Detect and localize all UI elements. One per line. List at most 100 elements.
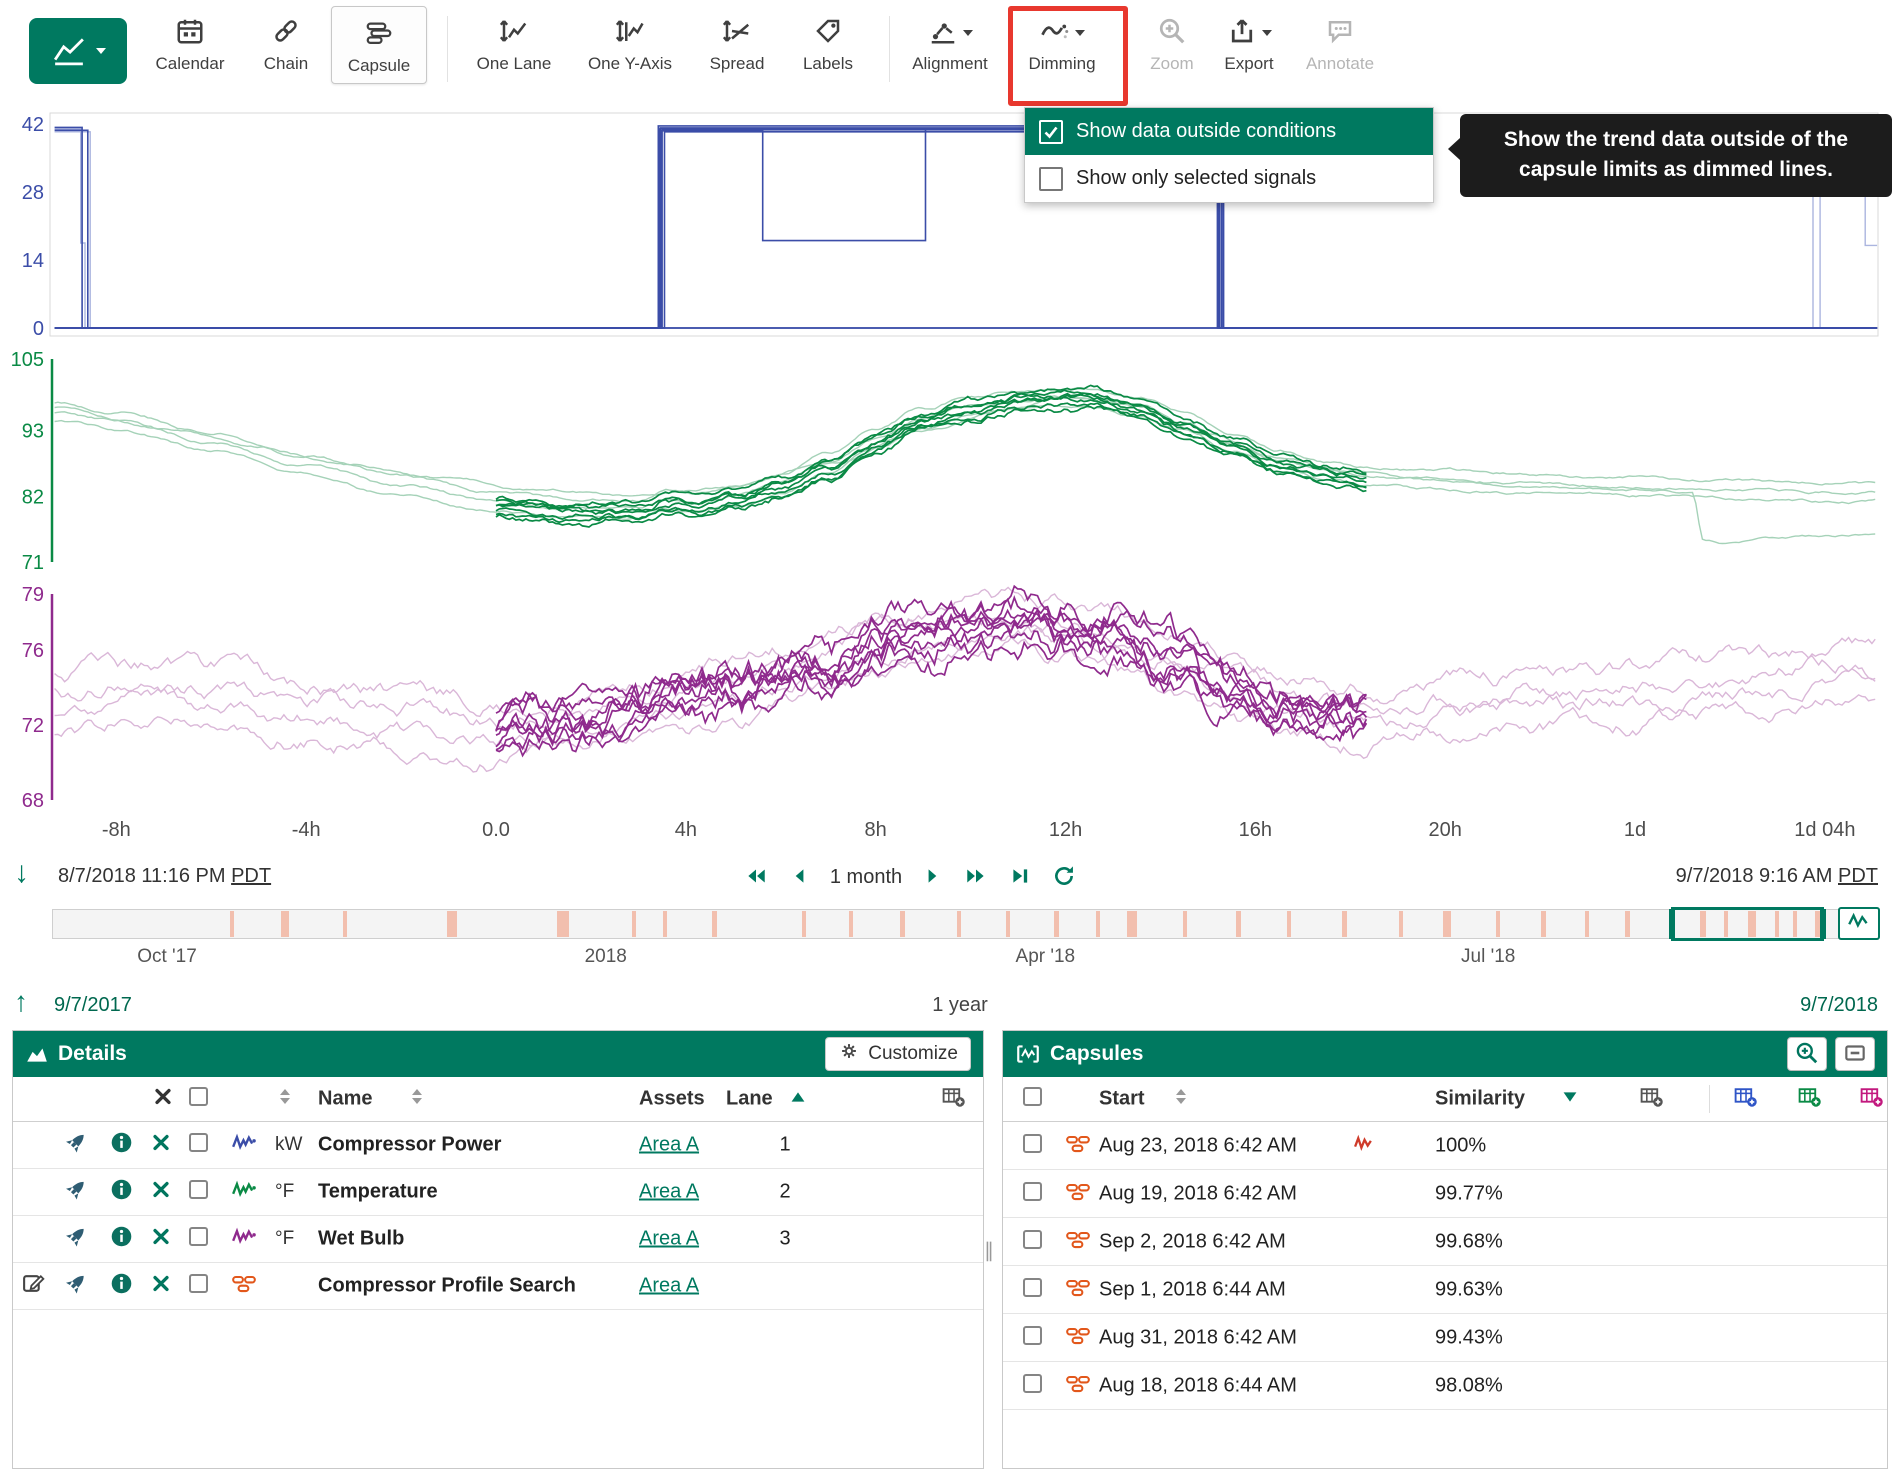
trend-rocket-icon[interactable] — [63, 1130, 89, 1161]
info-icon[interactable] — [109, 1130, 134, 1160]
similarity-sort-desc-icon[interactable] — [1563, 1090, 1577, 1108]
remove-all-icon[interactable] — [152, 1086, 174, 1113]
timeline-scrubber[interactable] — [52, 909, 1878, 939]
capsule-checkbox[interactable] — [1023, 1278, 1042, 1297]
one-y-axis-icon — [615, 16, 645, 51]
asset-link[interactable]: Area A — [639, 1181, 699, 1204]
capsule-checkbox[interactable] — [1023, 1374, 1042, 1393]
lane-1-y-tick: 28 — [22, 182, 44, 204]
view-selector-button[interactable] — [29, 18, 127, 84]
selector-left-handle[interactable] — [1669, 909, 1675, 939]
row-checkbox[interactable] — [189, 1180, 208, 1199]
row-checkbox[interactable] — [189, 1227, 208, 1246]
lane-sort-asc-icon[interactable] — [791, 1090, 805, 1108]
select-all-checkbox[interactable] — [189, 1087, 208, 1106]
remove-item-icon[interactable] — [150, 1179, 172, 1206]
info-icon[interactable] — [109, 1177, 134, 1207]
investigate-range-end: 9/7/2018 — [1800, 994, 1878, 1017]
remove-item-icon[interactable] — [150, 1132, 172, 1159]
step-back-button[interactable] — [789, 865, 809, 890]
capsules-collapse-button[interactable] — [1835, 1037, 1875, 1071]
toolbar-alignment-button[interactable]: Alignment — [902, 14, 998, 74]
toolbar-one-lane-button[interactable]: One Lane — [466, 14, 562, 74]
column-header-lane[interactable]: Lane — [726, 1088, 773, 1111]
toolbar-spread-button[interactable]: Spread — [689, 14, 785, 74]
value-sort-icon[interactable] — [279, 1088, 291, 1111]
capsule-row[interactable]: Aug 19, 2018 6:42 AM99.77% — [1003, 1170, 1887, 1218]
item-name[interactable]: Compressor Profile Search — [318, 1275, 576, 1298]
info-icon[interactable] — [109, 1271, 134, 1301]
next-icon — [923, 865, 943, 890]
capsule-start-time: Sep 2, 2018 6:42 AM — [1099, 1230, 1286, 1253]
lane-3-y-tick: 68 — [22, 790, 44, 812]
toolbar-calendar-button[interactable]: Calendar — [142, 14, 238, 74]
trend-rocket-icon[interactable] — [63, 1177, 89, 1208]
capsule-row[interactable]: Aug 31, 2018 6:42 AM99.43% — [1003, 1314, 1887, 1362]
jump-forward-button[interactable] — [964, 865, 988, 890]
toolbar-one-y-axis-button[interactable]: One Y-Axis — [582, 14, 678, 74]
add-stats-column-green-icon[interactable] — [1797, 1085, 1822, 1113]
item-name[interactable]: Compressor Power — [318, 1134, 501, 1157]
item-name[interactable]: Temperature — [318, 1181, 438, 1204]
capsule-row[interactable]: Aug 18, 2018 6:44 AM98.08% — [1003, 1362, 1887, 1410]
toolbar-labels-button[interactable]: Labels — [780, 14, 876, 74]
customize-button[interactable]: Customize — [825, 1037, 971, 1071]
refresh-button[interactable] — [1052, 864, 1076, 891]
capsule-row[interactable]: Sep 2, 2018 6:42 AM99.68% — [1003, 1218, 1887, 1266]
display-range-selector[interactable] — [1671, 907, 1824, 941]
selector-right-handle[interactable] — [1820, 909, 1826, 939]
capsule-checkbox[interactable] — [1023, 1182, 1042, 1201]
panel-splitter-handle[interactable]: ∥ — [984, 1238, 994, 1263]
column-header-start[interactable]: Start — [1099, 1088, 1145, 1111]
add-column-icon[interactable] — [1639, 1085, 1664, 1113]
capsule-checkbox[interactable] — [1023, 1326, 1042, 1345]
jump-back-button[interactable] — [744, 865, 768, 890]
info-icon[interactable] — [109, 1224, 134, 1254]
asset-link[interactable]: Area A — [639, 1228, 699, 1251]
capsule-checkbox[interactable] — [1023, 1230, 1042, 1249]
edit-icon[interactable] — [21, 1271, 46, 1301]
name-sort-icon[interactable] — [411, 1088, 423, 1111]
trend-rocket-icon[interactable] — [63, 1271, 89, 1302]
toolbar-chain-button[interactable]: Chain — [238, 14, 334, 74]
column-header-assets[interactable]: Assets — [639, 1088, 705, 1111]
go-to-end-button[interactable] — [1009, 865, 1031, 890]
unchecked-checkbox[interactable] — [1039, 167, 1063, 191]
start-sort-icon[interactable] — [1175, 1088, 1187, 1111]
toolbar-export-button[interactable]: Export — [1201, 14, 1297, 74]
select-all-capsules-checkbox[interactable] — [1023, 1087, 1042, 1106]
capsule-time-indicator[interactable] — [1838, 907, 1880, 940]
asset-link[interactable]: Area A — [639, 1275, 699, 1298]
toolbar-dimming-button[interactable]: Dimming — [1014, 14, 1110, 74]
dimming-menu-item-1[interactable]: Show data outside conditions — [1025, 108, 1433, 155]
remove-item-icon[interactable] — [150, 1273, 172, 1300]
row-checkbox[interactable] — [189, 1274, 208, 1293]
add-stats-column-blue-icon[interactable] — [1733, 1085, 1758, 1113]
checked-checkbox[interactable] — [1039, 120, 1063, 144]
toolbar-capsule-button[interactable]: Capsule — [331, 6, 427, 84]
asset-link[interactable]: Area A — [639, 1134, 699, 1157]
add-stats-column-magenta-icon[interactable] — [1859, 1085, 1884, 1113]
timezone-link-end[interactable]: PDT — [1838, 865, 1878, 887]
capsule-row[interactable]: Aug 23, 2018 6:42 AM100% — [1003, 1122, 1887, 1170]
item-name[interactable]: Wet Bulb — [318, 1228, 404, 1251]
trend-rocket-icon[interactable] — [63, 1224, 89, 1255]
step-forward-button[interactable] — [923, 865, 943, 890]
column-header-similarity[interactable]: Similarity — [1435, 1088, 1525, 1111]
remove-item-icon[interactable] — [150, 1226, 172, 1253]
capsule-checkbox[interactable] — [1023, 1134, 1042, 1153]
export-icon — [1227, 16, 1257, 51]
row-checkbox[interactable] — [189, 1133, 208, 1152]
expand-range-up-icon[interactable]: ↑ — [14, 986, 28, 1018]
capsules-table-header: Start Similarity — [1003, 1077, 1887, 1122]
capsule-start-time: Aug 18, 2018 6:44 AM — [1099, 1374, 1297, 1397]
column-header-name[interactable]: Name — [318, 1088, 372, 1111]
expand-range-down-icon[interactable]: ↓ — [14, 856, 29, 890]
capsules-zoom-button[interactable] — [1787, 1037, 1827, 1071]
add-column-icon[interactable] — [941, 1085, 966, 1113]
capsule-row[interactable]: Sep 1, 2018 6:44 AM99.63% — [1003, 1266, 1887, 1314]
timezone-link-start[interactable]: PDT — [231, 865, 271, 887]
details-panel: Details Customize NameAssetsLanekWCompre… — [12, 1030, 984, 1469]
dimming-menu-item-2[interactable]: Show only selected signals — [1025, 155, 1433, 202]
duration-label[interactable]: 1 month — [830, 866, 902, 889]
